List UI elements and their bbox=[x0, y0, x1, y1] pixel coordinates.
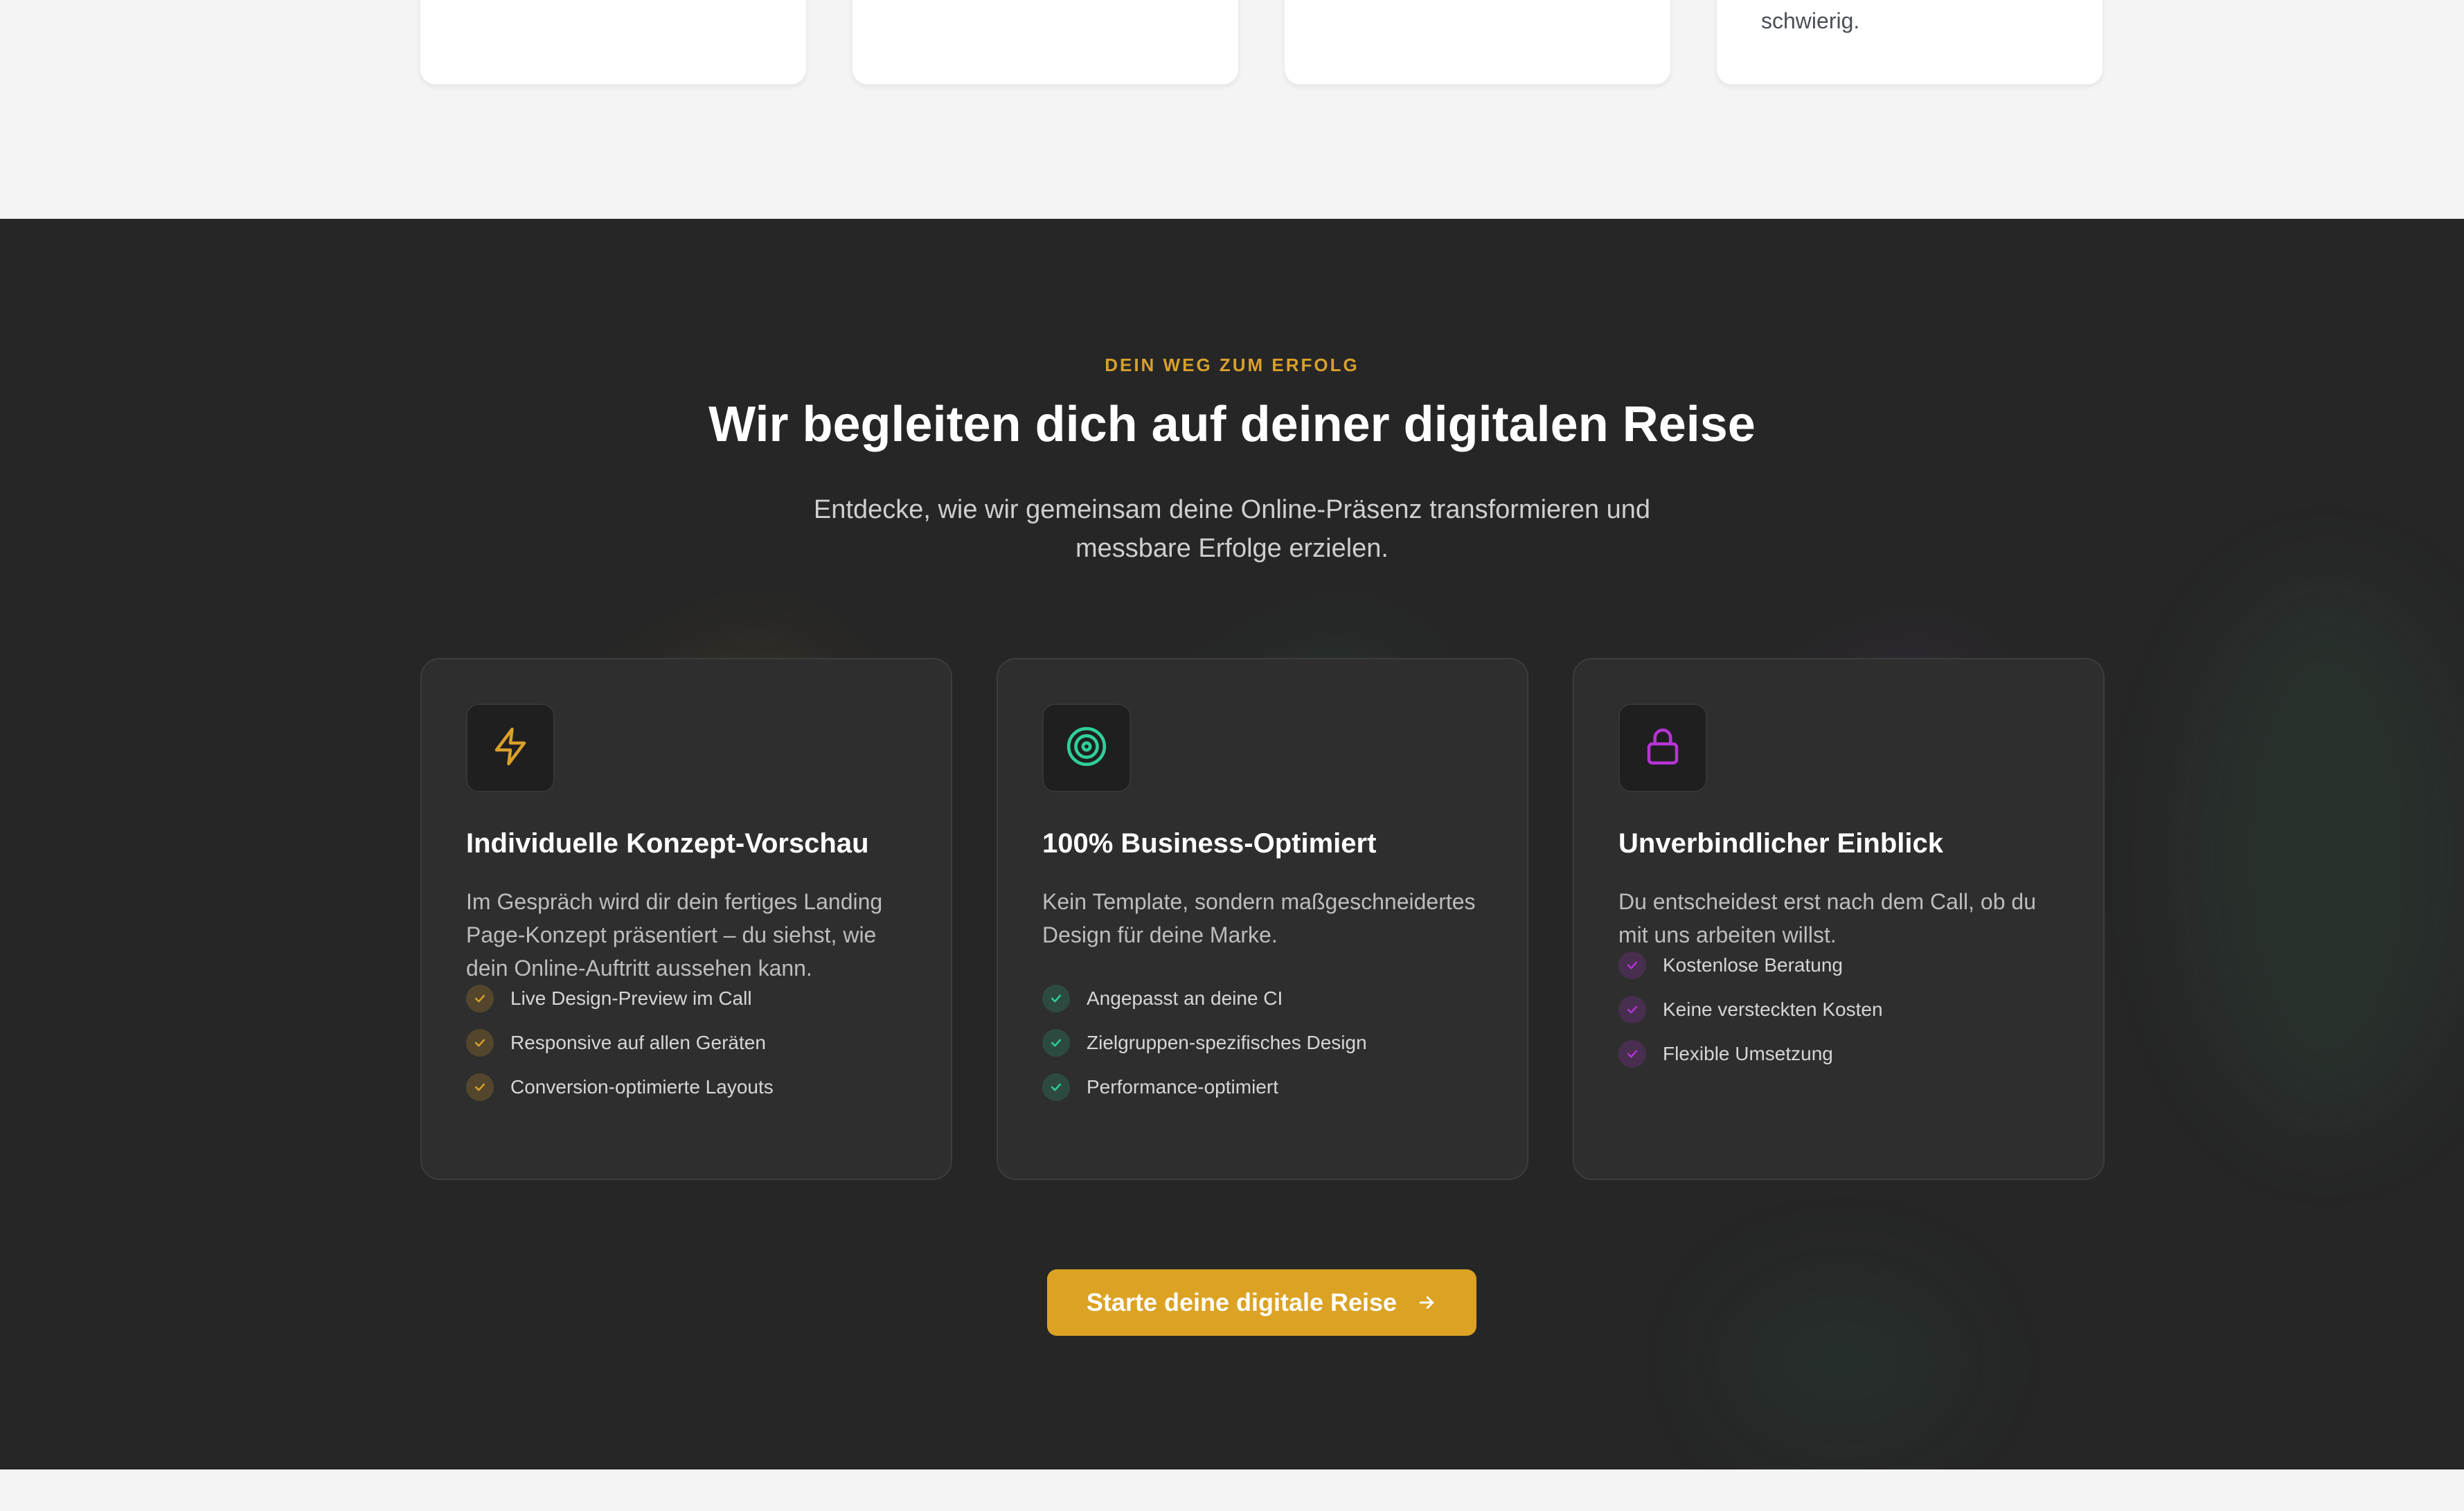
feature-label: Angepasst an deine CI bbox=[1087, 987, 1283, 1009]
top-section: schwierig. bbox=[0, 0, 2464, 219]
lightning-icon bbox=[490, 726, 531, 771]
feature-list: Live Design-Preview im Call Responsive a… bbox=[466, 976, 774, 1109]
card-icon-box bbox=[466, 704, 555, 792]
feature-label: Conversion-optimierte Layouts bbox=[510, 1076, 774, 1098]
next-section bbox=[0, 1469, 2464, 1511]
feature-item: Conversion-optimierte Layouts bbox=[466, 1065, 774, 1109]
feature-item: Keine versteckten Kosten bbox=[1618, 987, 1883, 1032]
check-icon bbox=[1618, 951, 1646, 979]
feature-label: Zielgruppen-spezifisches Design bbox=[1087, 1032, 1367, 1053]
feature-item: Flexible Umsetzung bbox=[1618, 1032, 1883, 1076]
feature-item: Zielgruppen-spezifisches Design bbox=[1042, 1021, 1367, 1065]
feature-list: Angepasst an deine CI Zielgruppen-spezif… bbox=[1042, 976, 1367, 1109]
card-icon-box bbox=[1042, 704, 1131, 792]
check-icon bbox=[1042, 985, 1070, 1012]
card-icon-box bbox=[1618, 704, 1707, 792]
card-description: Im Gespräch wird dir dein fertiges Landi… bbox=[466, 889, 883, 981]
card-description: Kein Template, sondern maßgeschneidertes… bbox=[1042, 889, 1476, 947]
feature-card-concept-preview: Individuelle Konzept-Vorschau Im Gespräc… bbox=[420, 658, 952, 1180]
card-title: 100% Business-Optimiert bbox=[1042, 828, 1377, 859]
lock-icon bbox=[1642, 726, 1684, 771]
target-icon bbox=[1065, 725, 1108, 771]
section-eyebrow: DEIN WEG ZUM ERFOLG bbox=[1105, 355, 1359, 375]
feature-item: Responsive auf allen Geräten bbox=[466, 1021, 774, 1065]
feature-label: Kostenlose Beratung bbox=[1663, 954, 1843, 976]
info-card-text: schwierig. bbox=[1761, 8, 1860, 33]
feature-label: Flexible Umsetzung bbox=[1663, 1043, 1833, 1064]
check-icon bbox=[1042, 1029, 1070, 1057]
feature-card-business-optimized: 100% Business-Optimiert Kein Template, s… bbox=[997, 658, 1528, 1180]
info-card-2 bbox=[852, 0, 1238, 84]
feature-list: Kostenlose Beratung Keine versteckten Ko… bbox=[1618, 943, 1883, 1076]
arrow-right-icon bbox=[1416, 1292, 1437, 1313]
section-headline: Wir begleiten dich auf deiner digitalen … bbox=[708, 397, 1756, 452]
feature-label: Performance-optimiert bbox=[1087, 1076, 1278, 1098]
feature-label: Keine versteckten Kosten bbox=[1663, 999, 1883, 1020]
feature-item: Performance-optimiert bbox=[1042, 1065, 1367, 1109]
feature-item: Kostenlose Beratung bbox=[1618, 943, 1883, 987]
feature-item: Angepasst an deine CI bbox=[1042, 976, 1367, 1021]
info-card-3 bbox=[1285, 0, 1670, 84]
page: schwierig. DEIN WEG ZUM ERFOLG Wir begle… bbox=[0, 0, 2464, 1511]
card-description: Du entscheidest erst nach dem Call, ob d… bbox=[1618, 889, 2036, 947]
feature-label: Responsive auf allen Geräten bbox=[510, 1032, 766, 1053]
feature-item: Live Design-Preview im Call bbox=[466, 976, 774, 1021]
info-card-4: schwierig. bbox=[1717, 0, 2103, 84]
section-subline: Entdecke, wie wir gemeinsam deine Online… bbox=[813, 495, 1651, 563]
cta-label: Starte deine digitale Reise bbox=[1086, 1288, 1398, 1316]
start-journey-button[interactable]: Starte deine digitale Reise bbox=[1047, 1269, 1476, 1336]
check-icon bbox=[1618, 1040, 1646, 1068]
check-icon bbox=[1042, 1073, 1070, 1101]
check-icon bbox=[466, 1073, 494, 1101]
info-card-1 bbox=[420, 0, 806, 84]
feature-label: Live Design-Preview im Call bbox=[510, 987, 752, 1009]
journey-section: DEIN WEG ZUM ERFOLG Wir begleiten dich a… bbox=[0, 219, 2464, 1469]
card-title: Individuelle Konzept-Vorschau bbox=[466, 828, 869, 859]
card-title: Unverbindlicher Einblick bbox=[1618, 828, 1944, 859]
check-icon bbox=[466, 985, 494, 1012]
feature-card-non-binding-insight: Unverbindlicher Einblick Du entscheidest… bbox=[1573, 658, 2105, 1180]
decorative-glow bbox=[1717, 1271, 1967, 1451]
decorative-glow bbox=[2181, 579, 2464, 1133]
check-icon bbox=[1618, 996, 1646, 1023]
check-icon bbox=[466, 1029, 494, 1057]
